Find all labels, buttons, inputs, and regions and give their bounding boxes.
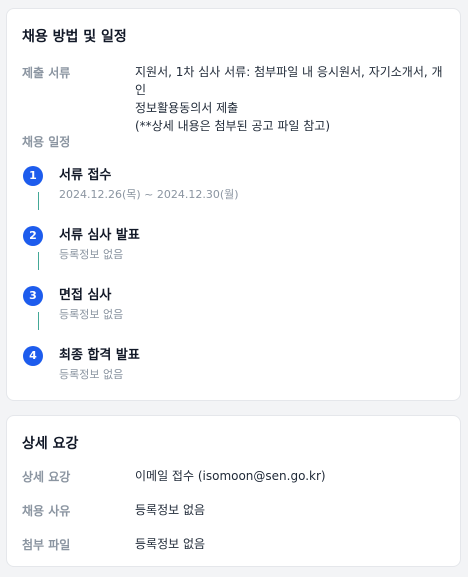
- details-row-label: 상세 요강: [22, 470, 71, 484]
- step-number-badge: 4: [23, 346, 43, 366]
- recruitment-method-card: 채용 방법 및 일정 제출 서류 지원서, 1차 심사 서류: 첨부파일 내 응…: [6, 8, 461, 401]
- step-date: 2024.12.26(목) ~ 2024.12.30(월): [59, 188, 239, 201]
- schedule-step-1: 1 서류 접수 2024.12.26(목) ~ 2024.12.30(월): [22, 166, 442, 206]
- step-status: 등록정보 없음: [59, 248, 124, 261]
- step-title: 면접 심사: [59, 288, 112, 303]
- step-status: 등록정보 없음: [59, 368, 124, 381]
- details-attachment-value: 등록정보 없음: [135, 537, 206, 551]
- step-number-badge: 2: [23, 226, 43, 246]
- schedule-label: 채용 일정: [22, 135, 71, 149]
- schedule-step-3: 3 면접 심사 등록정보 없음: [22, 286, 442, 326]
- submission-docs-line: (**상세 내용은 첨부된 공고 파일 참고): [135, 119, 330, 133]
- step-status: 등록정보 없음: [59, 308, 124, 321]
- step-title: 서류 접수: [59, 168, 112, 183]
- job-details-card: 상세 요강 상세 요강 이메일 접수 (isomoon@sen.go.kr) 채…: [6, 415, 461, 567]
- submission-docs-label: 제출 서류: [22, 66, 71, 80]
- details-reason-value: 등록정보 없음: [135, 503, 206, 517]
- schedule-step-2: 2 서류 심사 발표 등록정보 없음: [22, 226, 442, 266]
- schedule-step-4: 4 최종 합격 발표 등록정보 없음: [22, 346, 442, 386]
- step-title: 서류 심사 발표: [59, 228, 140, 243]
- step-title: 최종 합격 발표: [59, 348, 140, 363]
- details-row-label: 첨부 파일: [22, 538, 71, 552]
- step-number-badge: 1: [23, 166, 43, 186]
- job-details-title: 상세 요강: [22, 436, 79, 452]
- details-email-value: 이메일 접수 (isomoon@sen.go.kr): [135, 469, 326, 483]
- details-row-label: 채용 사유: [22, 504, 71, 518]
- step-connector-line: [38, 312, 39, 330]
- step-connector-line: [38, 192, 39, 210]
- step-number-badge: 3: [23, 286, 43, 306]
- step-connector-line: [38, 252, 39, 270]
- submission-docs-line: 정보활용동의서 제출: [135, 101, 239, 115]
- recruitment-method-title: 채용 방법 및 일정: [22, 29, 127, 45]
- submission-docs-line: 지원서, 1차 심사 서류: 첨부파일 내 응시원서, 자기소개서, 개인: [135, 65, 443, 97]
- submission-docs-value: 지원서, 1차 심사 서류: 첨부파일 내 응시원서, 자기소개서, 개인 정보…: [135, 63, 447, 135]
